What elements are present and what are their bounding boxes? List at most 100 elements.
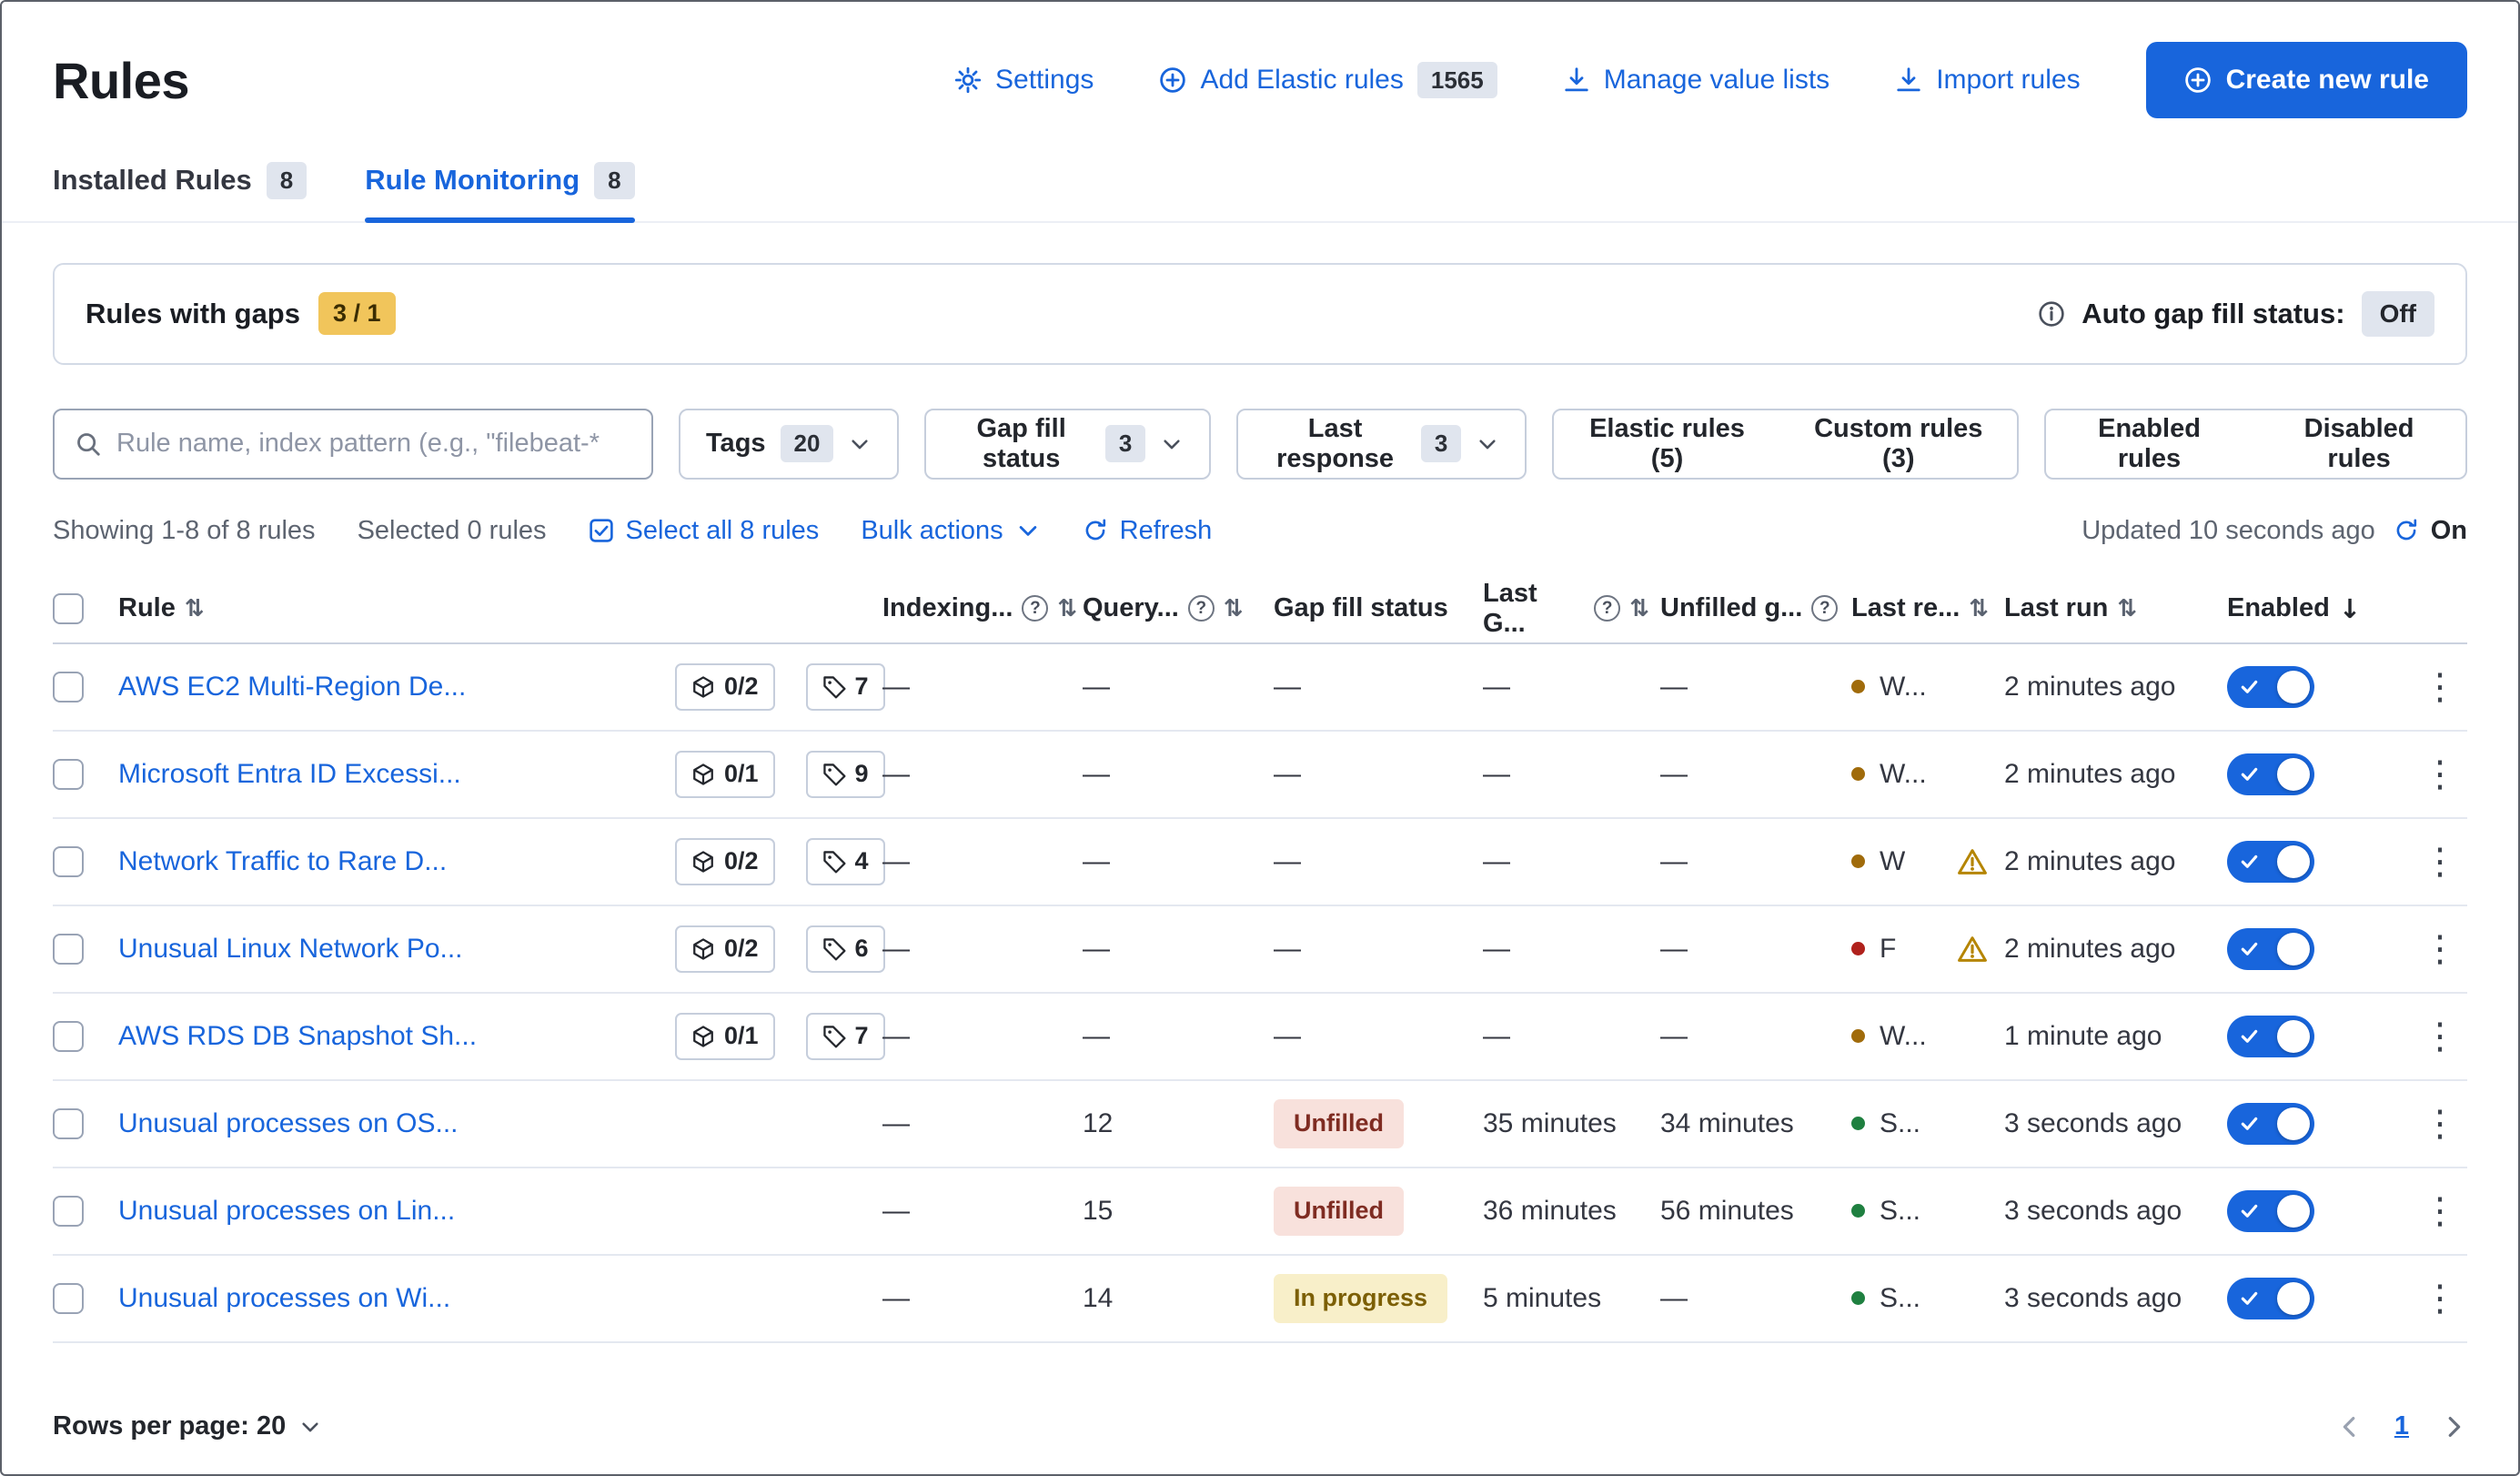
- settings-button[interactable]: Settings: [954, 65, 1094, 96]
- row-actions-button[interactable]: ⋮: [2422, 1018, 2458, 1055]
- row-actions-button[interactable]: ⋮: [2422, 1280, 2458, 1317]
- gap-fill-status-badge: Unfilled: [1274, 1099, 1404, 1148]
- rule-name-link[interactable]: Unusual processes on Wi...: [118, 1283, 664, 1314]
- row-actions-button[interactable]: ⋮: [2422, 1193, 2458, 1229]
- gap-fill-status-filter-button[interactable]: Gap fill status 3: [924, 409, 1211, 480]
- cube-icon: [691, 1025, 715, 1048]
- rule-name-link[interactable]: Microsoft Entra ID Excessi...: [118, 759, 664, 790]
- rule-name-link[interactable]: AWS RDS DB Snapshot Sh...: [118, 1021, 664, 1052]
- row-actions-button[interactable]: ⋮: [2422, 931, 2458, 967]
- rule-name-link[interactable]: Network Traffic to Rare D...: [118, 846, 664, 877]
- rule-search-input[interactable]: [116, 429, 631, 459]
- auto-refresh-button[interactable]: On: [2394, 516, 2467, 546]
- tags-badge: 9: [806, 751, 885, 798]
- gap-fill-status-badge: In progress: [1274, 1274, 1447, 1323]
- select-all-label: Select all 8 rules: [626, 516, 820, 546]
- toggle-thumb: [2277, 671, 2310, 703]
- rule-enabled-toggle[interactable]: [2227, 1016, 2314, 1057]
- row-checkbox[interactable]: [53, 1283, 84, 1314]
- rule-enabled-toggle[interactable]: [2227, 841, 2314, 883]
- last-run-cell: 2 minutes ago: [2004, 846, 2227, 877]
- rule-enabled-toggle[interactable]: [2227, 1103, 2314, 1145]
- tab-installed-rules[interactable]: Installed Rules 8: [53, 162, 307, 221]
- rule-enabled-toggle[interactable]: [2227, 753, 2314, 795]
- tag-icon: [822, 763, 846, 786]
- manage-value-lists-button[interactable]: Manage value lists: [1563, 65, 1830, 96]
- tags-filter-button[interactable]: Tags 20: [679, 409, 899, 480]
- table-header-row: Rule ⇅ Indexing... ? ⇅ Query... ? ⇅ Gap …: [53, 575, 2467, 644]
- check-icon: [2239, 1200, 2260, 1221]
- tags-badge: 6: [806, 925, 885, 973]
- import-icon: [1895, 66, 1922, 94]
- row-checkbox[interactable]: [53, 846, 84, 877]
- tab-rule-monitoring-count: 8: [594, 162, 634, 199]
- create-new-rule-button[interactable]: Create new rule: [2146, 42, 2467, 118]
- rules-table-body: AWS EC2 Multi-Region De...0/27—————W...2…: [53, 644, 2467, 1343]
- row-actions-button[interactable]: ⋮: [2422, 844, 2458, 880]
- row-checkbox[interactable]: [53, 934, 84, 965]
- column-header-enabled[interactable]: Enabled ↓: [2227, 593, 2409, 624]
- column-header-rule[interactable]: Rule ⇅: [118, 593, 882, 623]
- column-label: Query...: [1083, 593, 1179, 623]
- exceptions-count: 0/2: [724, 847, 759, 875]
- rule-enabled-toggle[interactable]: [2227, 1278, 2314, 1319]
- exceptions-badge: 0/2: [675, 663, 775, 711]
- next-page-icon[interactable]: [2440, 1413, 2467, 1441]
- indexing-time-cell: —: [882, 934, 1083, 965]
- add-elastic-rules-label: Add Elastic rules: [1200, 65, 1403, 96]
- last-gap-cell: —: [1483, 759, 1660, 790]
- column-header-query[interactable]: Query... ? ⇅: [1083, 593, 1274, 623]
- row-checkbox[interactable]: [53, 1196, 84, 1227]
- check-icon: [2239, 1026, 2260, 1046]
- gap-fill-status-cell: —: [1274, 846, 1483, 877]
- table-row: Unusual processes on Wi...—14In progress…: [53, 1256, 2467, 1343]
- indexing-time-cell: —: [882, 1108, 1083, 1139]
- custom-rules-filter[interactable]: Custom rules (3): [1780, 410, 2017, 478]
- column-label: Gap fill status: [1274, 593, 1448, 623]
- rule-enabled-toggle[interactable]: [2227, 1190, 2314, 1232]
- row-actions-button[interactable]: ⋮: [2422, 669, 2458, 705]
- refresh-button[interactable]: Refresh: [1083, 516, 1213, 546]
- add-elastic-rules-button[interactable]: Add Elastic rules 1565: [1159, 62, 1497, 99]
- table-row: AWS EC2 Multi-Region De...0/27—————W...2…: [53, 644, 2467, 732]
- row-actions-button[interactable]: ⋮: [2422, 756, 2458, 793]
- column-header-last-gap[interactable]: Last G... ? ⇅: [1483, 579, 1660, 639]
- row-checkbox[interactable]: [53, 1021, 84, 1052]
- rule-name-link[interactable]: Unusual processes on OS...: [118, 1108, 664, 1139]
- chevron-down-icon: [298, 1415, 322, 1439]
- chevron-down-icon: [1015, 518, 1041, 543]
- rule-enabled-toggle[interactable]: [2227, 666, 2314, 708]
- page-header: Rules Settings Add Elastic rules 1565 Ma…: [2, 2, 2518, 118]
- enabled-rules-filter[interactable]: Enabled rules: [2046, 410, 2253, 478]
- bulk-actions-button[interactable]: Bulk actions: [861, 516, 1040, 546]
- rows-per-page-button[interactable]: Rows per page: 20: [53, 1411, 322, 1441]
- row-checkbox[interactable]: [53, 1108, 84, 1139]
- column-header-unfilled-gap[interactable]: Unfilled g... ?: [1660, 593, 1851, 623]
- rule-name-link[interactable]: AWS EC2 Multi-Region De...: [118, 672, 664, 703]
- page-number[interactable]: 1: [2394, 1411, 2409, 1441]
- previous-page-icon[interactable]: [2336, 1413, 2364, 1441]
- rule-name-link[interactable]: Unusual processes on Lin...: [118, 1196, 664, 1227]
- select-all-checkbox[interactable]: [53, 593, 84, 624]
- info-icon[interactable]: [2038, 300, 2065, 328]
- row-checkbox[interactable]: [53, 759, 84, 790]
- import-rules-button[interactable]: Import rules: [1895, 65, 2080, 96]
- elastic-rules-filter[interactable]: Elastic rules (5): [1554, 410, 1779, 478]
- page-title: Rules: [53, 51, 189, 110]
- table-row: Microsoft Entra ID Excessi...0/19—————W.…: [53, 732, 2467, 819]
- column-header-last-response[interactable]: Last re... ⇅: [1851, 593, 2004, 623]
- row-checkbox[interactable]: [53, 672, 84, 703]
- row-actions-button[interactable]: ⋮: [2422, 1106, 2458, 1142]
- column-header-last-run[interactable]: Last run ⇅: [2004, 593, 2227, 623]
- rule-enabled-toggle[interactable]: [2227, 928, 2314, 970]
- tags-count: 7: [855, 1022, 869, 1050]
- last-response-filter-button[interactable]: Last response 3: [1236, 409, 1527, 480]
- rule-name-link[interactable]: Unusual Linux Network Po...: [118, 934, 664, 965]
- disabled-rules-filter[interactable]: Disabled rules: [2253, 410, 2465, 478]
- auto-refresh-state: On: [2431, 516, 2467, 546]
- health-dot: [1851, 1029, 1865, 1043]
- tab-rule-monitoring[interactable]: Rule Monitoring 8: [365, 162, 634, 221]
- select-all-button[interactable]: Select all 8 rules: [589, 516, 820, 546]
- chevron-down-icon: [1476, 432, 1499, 456]
- column-header-indexing[interactable]: Indexing... ? ⇅: [882, 593, 1083, 623]
